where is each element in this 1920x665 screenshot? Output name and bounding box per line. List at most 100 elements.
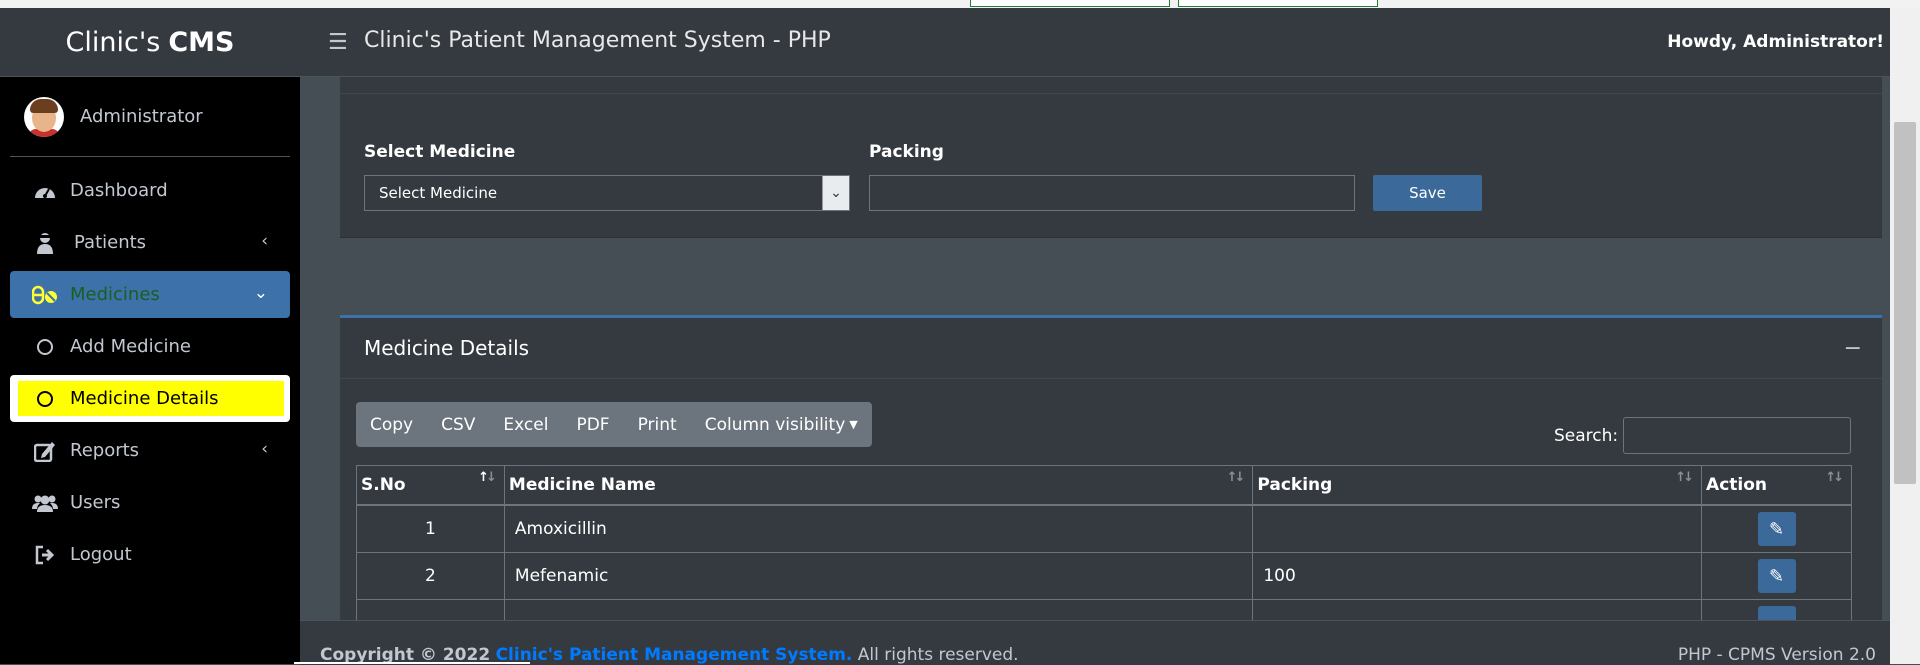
users-icon	[32, 492, 58, 514]
avatar	[24, 96, 64, 137]
cell-action: ✎	[1701, 552, 1852, 600]
menu-icon[interactable]: ☰	[328, 30, 348, 55]
edit-button[interactable]: ✎	[1757, 559, 1796, 593]
user-panel: Administrator	[10, 77, 290, 157]
cell-sno	[356, 599, 505, 620]
scrollbar[interactable]	[1890, 8, 1920, 664]
sidebar-item-medicine-details[interactable]: Medicine Details	[10, 375, 290, 422]
user-greeting[interactable]: Howdy, Administrator!	[1667, 32, 1884, 52]
circle-icon	[32, 388, 58, 410]
cell-packing	[1252, 599, 1703, 620]
rights-text: All rights reserved.	[857, 645, 1019, 665]
column-header-label: S.No	[361, 475, 406, 495]
cell-medicine-name: Amoxicillin	[503, 504, 1254, 553]
table-header-row: S.No ↑↓ Medicine Name ↑↓ Packing ↑↓ Action ↑…	[356, 465, 1852, 506]
packing-input[interactable]	[869, 175, 1355, 211]
sidebar-item-label: Medicine Details	[70, 388, 219, 409]
main-content: Select Medicine Select Medicine ⌄ Packin…	[300, 77, 1890, 620]
edit-icon: ✎	[1768, 565, 1785, 587]
footer: Copyright © 2022 Clinic's Patient Manage…	[300, 620, 1890, 665]
table-row: 2 Mefenamic 100 ✎	[356, 552, 1852, 600]
user-injured-icon	[32, 232, 58, 254]
cell-medicine-name	[503, 599, 1254, 620]
medicine-select[interactable]: Select Medicine ⌄	[364, 175, 850, 211]
app-title: Clinic's Patient Management System - PHP	[364, 28, 831, 53]
sidebar-item-label: Reports	[70, 440, 140, 461]
excel-button[interactable]: Excel	[489, 402, 562, 447]
medicine-select-value: Select Medicine	[379, 184, 498, 202]
edit-button[interactable]: ✎	[1757, 512, 1796, 546]
sidebar-item-add-medicine[interactable]: Add Medicine	[10, 323, 290, 370]
edit-icon	[32, 440, 58, 462]
chevron-left-icon: ‹	[261, 231, 268, 251]
brand-logo[interactable]: Clinic's CMS	[0, 8, 300, 77]
packing-label: Packing	[869, 142, 944, 162]
column-header-label: Action	[1706, 475, 1768, 495]
edit-icon: ✎	[1768, 518, 1785, 540]
brand-name: Clinic's	[65, 26, 161, 58]
cell-medicine-name: Mefenamic	[503, 552, 1254, 600]
medicine-details-card: Medicine Details − Copy CSV Excel PDF Pr…	[340, 315, 1882, 620]
print-button[interactable]: Print	[624, 402, 691, 447]
toolbar-box	[970, 0, 1170, 7]
sidebar-item-label: Logout	[70, 544, 132, 565]
chevron-left-icon: ‹	[261, 439, 268, 459]
column-header-packing[interactable]: Packing ↑↓	[1252, 465, 1703, 506]
cell-packing: 100	[1252, 552, 1703, 600]
column-visibility-label: Column visibility	[704, 414, 846, 435]
sidebar-item-users[interactable]: Users	[10, 479, 290, 526]
medicine-select-label: Select Medicine	[364, 142, 516, 162]
cell-action	[1701, 599, 1852, 620]
circle-icon	[32, 336, 58, 358]
edit-button[interactable]	[1757, 606, 1796, 620]
sign-out-icon	[32, 544, 58, 566]
sidebar-nav: Dashboard Patients ‹ Medicines ⌄ Add Med…	[0, 157, 300, 578]
column-header-action[interactable]: Action ↑↓	[1701, 465, 1852, 506]
chevron-down-icon[interactable]: ⌄	[822, 176, 849, 210]
add-packing-card: Select Medicine Select Medicine ⌄ Packin…	[340, 77, 1882, 238]
copy-button[interactable]: Copy	[356, 402, 427, 447]
sidebar-item-logout[interactable]: Logout	[10, 531, 290, 578]
column-visibility-button[interactable]: Column visibility ▼	[691, 402, 872, 447]
browser-top-strip	[0, 0, 1920, 8]
sidebar-item-reports[interactable]: Reports ‹	[10, 427, 290, 474]
cell-sno: 1	[356, 504, 505, 553]
save-button[interactable]: Save	[1373, 175, 1482, 211]
column-header-sno[interactable]: S.No ↑↓	[356, 465, 505, 506]
sidebar-item-dashboard[interactable]: Dashboard	[10, 167, 290, 214]
sidebar-item-label: Medicines	[70, 282, 218, 307]
pills-icon	[32, 284, 58, 306]
export-buttons: Copy CSV Excel PDF Print Column visibili…	[356, 402, 872, 447]
cell-action: ✎	[1701, 504, 1852, 553]
sidebar-item-label: Users	[70, 492, 121, 513]
pdf-button[interactable]: PDF	[562, 402, 623, 447]
sidebar-item-label: Patients	[74, 232, 147, 253]
scrollbar-thumb[interactable]	[1894, 122, 1916, 484]
search-input[interactable]	[1623, 417, 1851, 454]
minus-icon[interactable]: −	[1844, 336, 1862, 361]
sidebar: Clinic's CMS Administrator Dashboard Pat…	[0, 8, 300, 664]
column-header-medicine-name[interactable]: Medicine Name ↑↓	[503, 465, 1254, 506]
tachometer-icon	[32, 180, 58, 202]
sidebar-item-patients[interactable]: Patients ‹	[10, 219, 290, 266]
table-row: 1 Amoxicillin ✎	[356, 504, 1852, 553]
card-title: Medicine Details	[364, 336, 530, 360]
column-header-label: Medicine Name	[508, 475, 656, 495]
user-name[interactable]: Administrator	[80, 106, 203, 127]
sort-icon: ↑↓	[1226, 470, 1246, 485]
medicine-table: S.No ↑↓ Medicine Name ↑↓ Packing ↑↓ Action ↑…	[356, 465, 1852, 620]
csv-button[interactable]: CSV	[427, 402, 489, 447]
cell-sno: 2	[356, 552, 505, 600]
footer-link[interactable]: Clinic's Patient Management System.	[496, 645, 853, 665]
top-navbar: ☰ Clinic's Patient Management System - P…	[300, 8, 1890, 77]
table-row	[356, 599, 1852, 620]
caret-down-icon: ▼	[849, 418, 858, 431]
sidebar-item-label: Dashboard	[70, 180, 168, 201]
toolbar-box	[1178, 0, 1378, 7]
search-label: Search:	[1554, 426, 1619, 446]
sort-icon: ↑↓	[1825, 470, 1844, 485]
sidebar-item-medicines[interactable]: Medicines ⌄	[10, 271, 290, 318]
sort-icon: ↑↓	[1675, 470, 1694, 485]
footer-version: PHP - CPMS Version 2.0	[1677, 645, 1876, 665]
chevron-down-icon: ⌄	[253, 283, 268, 303]
